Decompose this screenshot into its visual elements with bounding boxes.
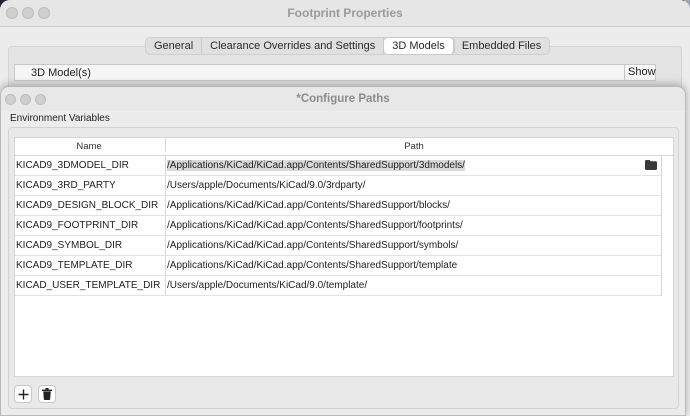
env-var-path-value[interactable]: /Applications/KiCad/KiCad.app/Contents/S… [167, 160, 465, 171]
env-var-path[interactable]: /Applications/KiCad/KiCad.app/Contents/S… [165, 216, 661, 235]
table-row[interactable]: KICAD9_FOOTPRINT_DIR /Applications/KiCad… [15, 216, 662, 236]
dialog-title: *Configure Paths [296, 93, 390, 105]
table-row[interactable]: KICAD9_DESIGN_BLOCK_DIR /Applications/Ki… [15, 196, 662, 216]
trash-icon [42, 388, 52, 400]
tab-bar: General Clearance Overrides and Settings… [145, 37, 551, 55]
window-title: Footprint Properties [287, 6, 403, 20]
table-row[interactable]: KICAD_USER_TEMPLATE_DIR /Users/apple/Doc… [15, 276, 662, 296]
env-var-path[interactable]: /Applications/KiCad/KiCad.app/Contents/S… [165, 236, 661, 255]
env-var-path[interactable]: /Applications/KiCad/KiCad.app/Contents/S… [165, 196, 661, 215]
table-row[interactable]: KICAD9_3DMODEL_DIR /Applications/KiCad/K… [15, 156, 662, 176]
column-3d-models[interactable]: 3D Model(s) [31, 67, 91, 79]
table-row[interactable]: KICAD9_3RD_PARTY /Users/apple/Documents/… [15, 176, 662, 196]
env-var-name[interactable]: KICAD_USER_TEMPLATE_DIR [16, 276, 163, 295]
env-var-path[interactable]: /Users/apple/Documents/KiCad/9.0/3rdpart… [165, 176, 661, 195]
tab-embedded-files[interactable]: Embedded Files [454, 38, 550, 54]
folder-icon[interactable] [645, 160, 657, 170]
column-name-header[interactable]: Name [15, 141, 163, 152]
env-var-name[interactable]: KICAD9_FOOTPRINT_DIR [16, 216, 163, 235]
env-var-name[interactable]: KICAD9_SYMBOL_DIR [16, 236, 163, 255]
column-path-header[interactable]: Path [165, 138, 662, 152]
configure-paths-dialog: *Configure Paths Environment Variables N… [0, 86, 686, 416]
tab-3d-models[interactable]: 3D Models [384, 38, 454, 54]
column-show[interactable]: Show [624, 65, 656, 80]
env-var-name[interactable]: KICAD9_DESIGN_BLOCK_DIR [16, 196, 163, 215]
env-var-path[interactable]: /Users/apple/Documents/KiCad/9.0/templat… [165, 276, 661, 295]
table-row[interactable]: KICAD9_SYMBOL_DIR /Applications/KiCad/Ki… [15, 236, 662, 256]
environment-variables-label: Environment Variables [10, 113, 110, 124]
environment-variables-panel: Name Path KICAD9_3DMODEL_DIR /Applicatio… [8, 127, 679, 409]
delete-env-var-button[interactable] [38, 385, 56, 403]
3d-model-table-header: 3D Model(s) Show [14, 64, 656, 81]
dialog-titlebar: *Configure Paths [1, 87, 685, 111]
add-env-var-button[interactable] [14, 385, 32, 403]
env-var-path-editor[interactable]: /Applications/KiCad/KiCad.app/Contents/S… [165, 156, 661, 175]
env-var-name[interactable]: KICAD9_3RD_PARTY [16, 176, 163, 195]
tab-general[interactable]: General [146, 38, 203, 54]
env-var-name[interactable]: KICAD9_TEMPLATE_DIR [16, 256, 163, 275]
env-var-name[interactable]: KICAD9_3DMODEL_DIR [16, 156, 163, 175]
footprint-titlebar: Footprint Properties [0, 0, 690, 27]
tab-clearance-overrides[interactable]: Clearance Overrides and Settings [202, 38, 385, 54]
table-row[interactable]: KICAD9_TEMPLATE_DIR /Applications/KiCad/… [15, 256, 662, 276]
grid-header: Name Path [15, 138, 673, 156]
grid-button-row [14, 385, 56, 403]
env-var-path[interactable]: /Applications/KiCad/KiCad.app/Contents/S… [165, 256, 661, 275]
plus-icon [18, 389, 28, 399]
env-vars-grid: Name Path KICAD9_3DMODEL_DIR /Applicatio… [14, 137, 674, 377]
